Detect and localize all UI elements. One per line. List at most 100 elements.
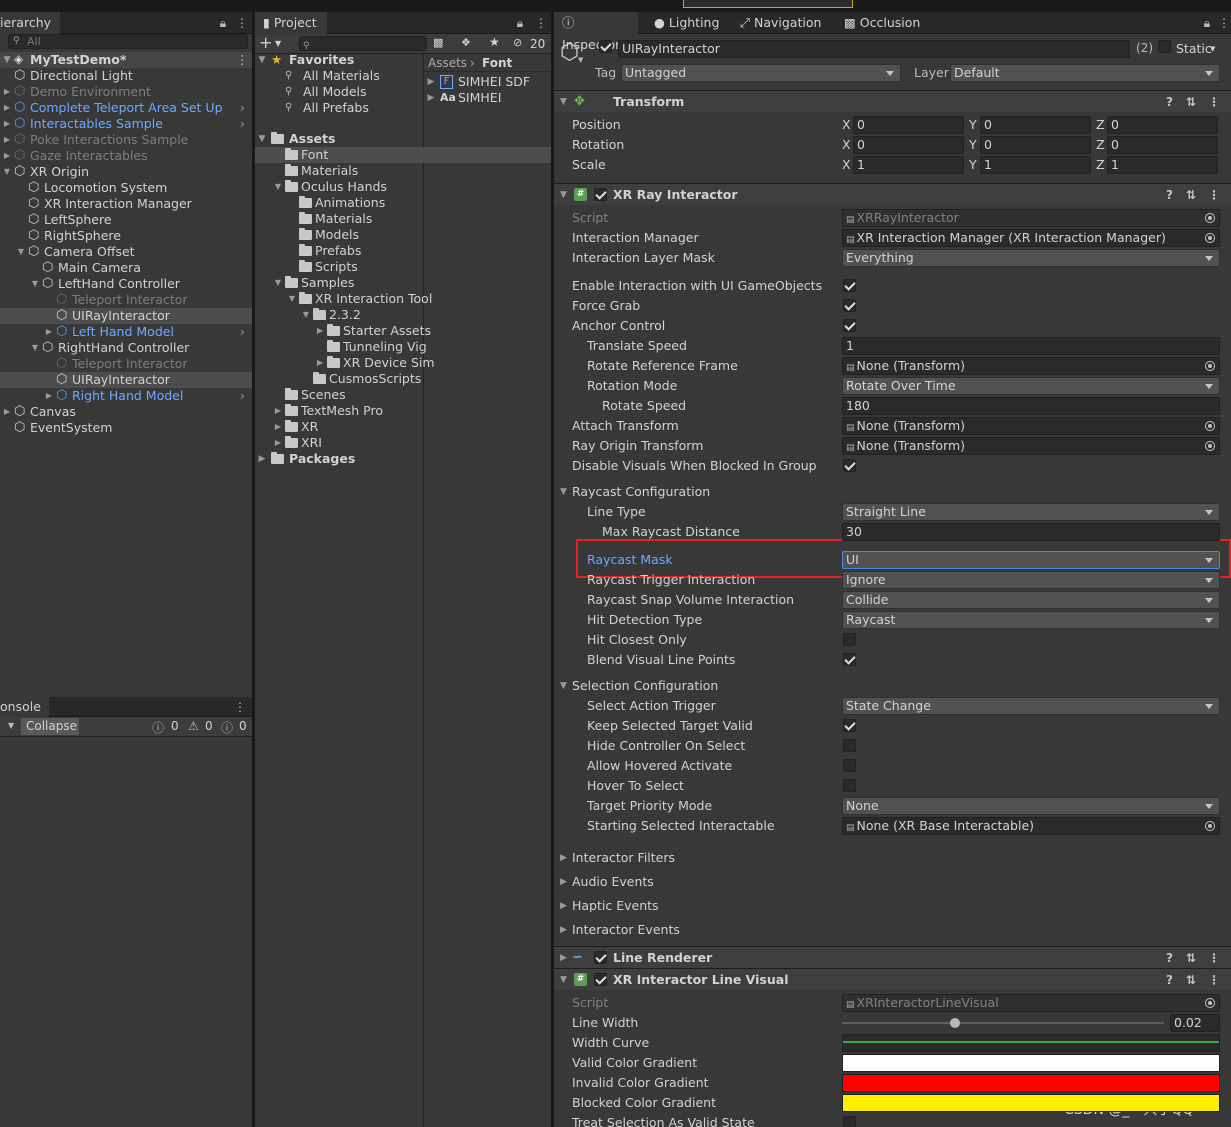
chevron-right-icon[interactable]: ▶ <box>560 872 567 892</box>
tab-occlusion[interactable]: ▩ Occlusion <box>836 12 928 34</box>
axis-label-x[interactable]: X <box>842 135 851 155</box>
property-dropdown[interactable]: State Change <box>842 697 1220 715</box>
chevron-down-icon[interactable]: ▼ <box>560 676 567 696</box>
hierarchy-item[interactable]: ⬡ Directional Light <box>0 68 252 84</box>
project-folder[interactable]: ▶ XR Device Sim <box>255 355 551 371</box>
property-checkbox[interactable] <box>843 653 856 666</box>
property-checkbox[interactable] <box>843 779 856 792</box>
tab-hierarchy[interactable]: ierarchy <box>0 12 60 34</box>
chevron-right-icon[interactable]: ▶ <box>2 404 12 420</box>
chevron-right-icon[interactable]: ▶ <box>560 896 567 916</box>
hierarchy-item[interactable]: ▼ ⬡ RightHand Controller <box>0 340 252 356</box>
presets-icon[interactable]: ⇅ <box>1186 947 1196 969</box>
project-folder[interactable]: Font <box>255 147 551 163</box>
lock-icon[interactable]: 🔒︎ <box>1202 16 1212 30</box>
project-folder[interactable]: Prefabs <box>255 243 551 259</box>
chevron-right-icon[interactable]: ▶ <box>315 323 325 339</box>
presets-icon[interactable]: ⇅ <box>1186 91 1196 113</box>
chevron-right-icon[interactable]: › <box>240 116 245 132</box>
tag-icon[interactable]: ❖ <box>461 36 471 49</box>
width-slider-handle[interactable] <box>949 1018 960 1028</box>
xr-ray-interactor-header[interactable]: ▼ # XR Ray Interactor ? ⇅ ⋮ <box>554 183 1231 205</box>
chevron-right-icon[interactable]: ▶ <box>315 355 325 371</box>
property-checkbox[interactable] <box>843 319 856 332</box>
property-checkbox[interactable] <box>843 633 856 646</box>
kebab-menu-icon[interactable]: ⋮ <box>1218 16 1230 30</box>
hierarchy-item[interactable]: ▼ ⬡ LeftHand Controller <box>0 276 252 292</box>
transform-header[interactable]: ▼ ✥ Transform ? ⇅ ⋮ <box>554 90 1231 112</box>
error-icon[interactable]: ⓘ <box>221 719 233 736</box>
property-dropdown[interactable]: Straight Line <box>842 503 1220 521</box>
line-renderer-header[interactable]: ▶ ∽ Line Renderer ? ⇅ ⋮ <box>554 946 1231 968</box>
project-folder[interactable]: ▶ TextMesh Pro <box>255 403 551 419</box>
chevron-right-icon[interactable]: ▶ <box>273 435 283 451</box>
component-menu-icon[interactable]: ⋮ <box>1208 184 1220 206</box>
property-checkbox[interactable] <box>843 459 856 472</box>
axis-label-y[interactable]: Y <box>969 115 977 135</box>
axis-label-z[interactable]: Z <box>1096 155 1105 175</box>
chevron-down-icon[interactable]: ▼ <box>560 91 567 113</box>
property-checkbox[interactable] <box>843 279 856 292</box>
chevron-down-icon[interactable]: ▼ <box>30 340 40 356</box>
chevron-down-icon[interactable]: ▼ <box>2 164 12 180</box>
chevron-down-icon[interactable]: ▼ <box>2 52 12 68</box>
hierarchy-item[interactable]: ▶ ⬡ Complete Teleport Area Set Up › <box>0 100 252 116</box>
vector-x-field[interactable]: 1 <box>853 156 964 174</box>
component-enabled-checkbox[interactable] <box>594 188 607 201</box>
property-checkbox[interactable] <box>843 1116 856 1127</box>
vector-x-field[interactable]: 0 <box>853 116 964 134</box>
axis-label-y[interactable]: Y <box>969 135 977 155</box>
chevron-down-icon[interactable]: ▼ <box>273 275 283 291</box>
hierarchy-item[interactable]: ⬡ Locomotion System <box>0 180 252 196</box>
chevron-down-icon[interactable]: ▼ <box>1210 45 1215 53</box>
vector-z-field[interactable]: 0 <box>1107 136 1218 154</box>
active-checkbox[interactable] <box>599 40 612 53</box>
help-icon[interactable]: ? <box>1166 969 1173 991</box>
chevron-right-icon[interactable]: › <box>240 100 245 116</box>
hierarchy-item[interactable]: ▶ ⬡ Canvas <box>0 404 252 420</box>
tab-project[interactable]: ▮ Project <box>255 12 327 34</box>
vector-y-field[interactable]: 0 <box>980 136 1091 154</box>
chevron-right-icon[interactable]: ▶ <box>560 920 567 940</box>
hidden-packages-icon[interactable]: ⊘ <box>513 36 522 49</box>
chevron-down-icon[interactable]: ▼ <box>287 291 297 307</box>
project-folder[interactable]: Scripts <box>255 259 551 275</box>
project-folder[interactable]: ▼ Oculus Hands <box>255 179 551 195</box>
property-checkbox[interactable] <box>843 299 856 312</box>
project-folder[interactable]: Scenes <box>255 387 551 403</box>
project-folder[interactable]: Models <box>255 227 551 243</box>
hierarchy-item[interactable]: ⬡ UIRayInteractor <box>0 308 252 324</box>
chevron-right-icon[interactable]: › <box>240 388 245 404</box>
presets-icon[interactable]: ⇅ <box>1186 969 1196 991</box>
axis-label-y[interactable]: Y <box>969 155 977 175</box>
hierarchy-search-input[interactable]: ⚲ All <box>8 34 248 49</box>
help-icon[interactable]: ? <box>1166 947 1173 969</box>
project-folder[interactable]: Tunneling Vig <box>255 339 551 355</box>
component-menu-icon[interactable]: ⋮ <box>1208 969 1220 991</box>
hierarchy-item[interactable]: ⬡ RightSphere <box>0 228 252 244</box>
project-folder[interactable]: ▼ Samples <box>255 275 551 291</box>
color-gradient-field[interactable] <box>842 1074 1220 1092</box>
vector-y-field[interactable]: 1 <box>980 156 1091 174</box>
favorite-item[interactable]: ⚲ All Models <box>255 84 551 100</box>
hierarchy-item[interactable]: ⬡ Main Camera <box>0 260 252 276</box>
project-folder[interactable]: ▶ XRI <box>255 435 551 451</box>
property-dropdown[interactable]: UI <box>842 551 1220 569</box>
chevron-right-icon[interactable]: › <box>240 324 245 340</box>
project-folder[interactable]: ▼ XR Interaction Tool <box>255 291 551 307</box>
lock-icon[interactable]: 🔒︎ <box>218 16 228 30</box>
vector-y-field[interactable]: 0 <box>980 116 1091 134</box>
scene-menu-icon[interactable]: ⋮ <box>236 52 249 68</box>
vector-z-field[interactable]: 0 <box>1107 116 1218 134</box>
help-icon[interactable]: ? <box>1166 91 1173 113</box>
component-enabled-checkbox[interactable] <box>594 951 607 964</box>
project-search-input[interactable]: ⚲ <box>299 36 427 51</box>
hierarchy-item[interactable]: ▶ ⬡ Right Hand Model › <box>0 388 252 404</box>
kebab-menu-icon[interactable]: ⋮ <box>236 16 248 30</box>
tab-lighting[interactable]: ● Lighting <box>646 12 727 34</box>
chevron-down-icon[interactable]: ▼ <box>560 482 567 502</box>
gameobject-icon[interactable]: ⬡ <box>560 40 579 65</box>
favorite-item[interactable]: ⚲ All Prefabs <box>255 100 551 116</box>
chevron-right-icon[interactable]: ▶ <box>273 403 283 419</box>
kebab-menu-icon[interactable]: ⋮ <box>535 16 547 30</box>
